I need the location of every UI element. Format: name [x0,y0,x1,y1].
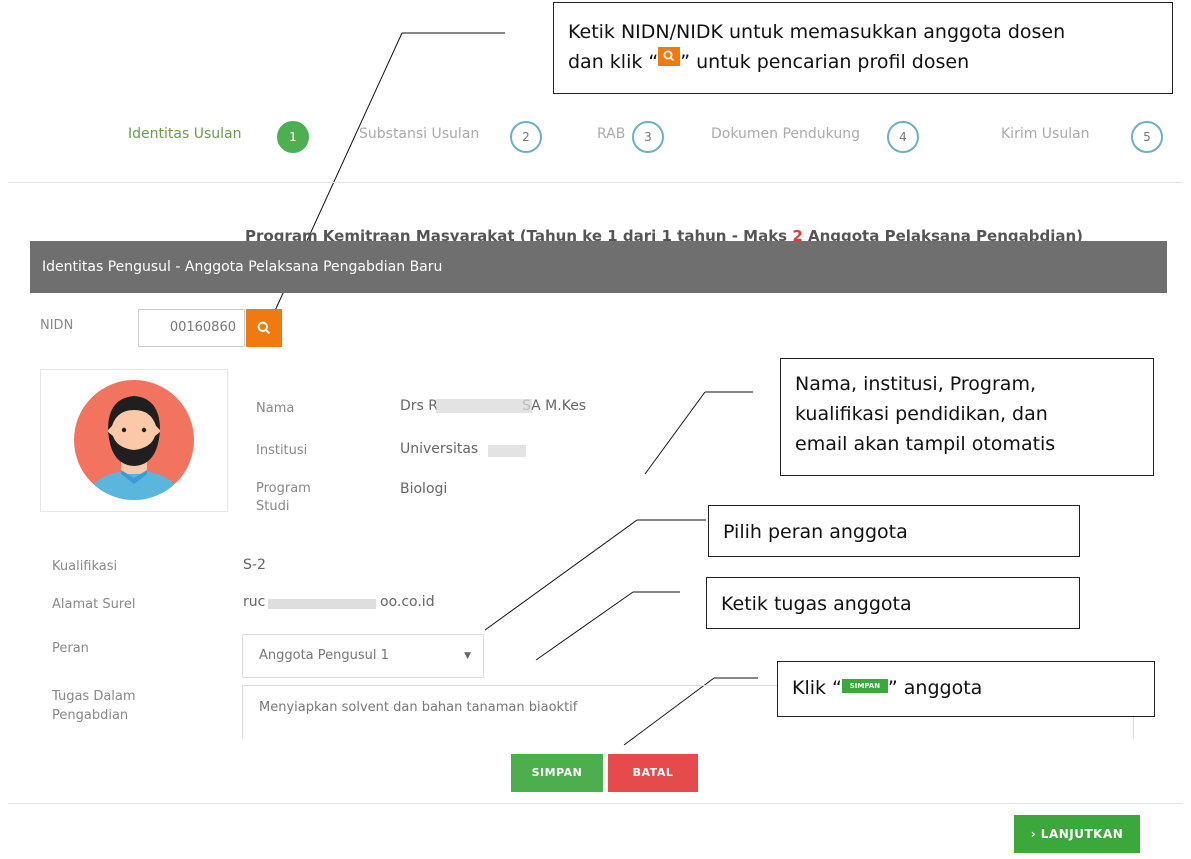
avatar [74,380,194,500]
step-label-substansi[interactable]: Substansi Usulan [359,126,479,142]
callout-auto-fill: Nama, institusi, Program, kualifikasi pe… [780,358,1154,476]
callout-save-post: ” anggota [887,677,983,699]
avatar-card [40,369,228,512]
tugas-label-line1: Tugas Dalam [52,689,136,704]
peran-select[interactable]: Anggota Pengusul 1 ▼ [242,634,484,678]
nama-label: Nama [256,401,295,416]
surel-value-start: ruc [243,594,266,610]
divider-bottom [8,803,1183,804]
callout-search-line2-post: ” untuk pencarian profil dosen [680,51,970,73]
simpan-button[interactable]: SIMPAN [511,754,603,792]
step-label-rab[interactable]: RAB [597,126,625,142]
institusi-value: Universitas [400,441,479,457]
institusi-label: Institusi [256,443,308,458]
step-label-identitas[interactable]: Identitas Usulan [128,126,241,142]
nidn-label: NIDN [40,318,74,333]
mini-simpan-button: SIMPAN [841,679,888,693]
search-icon [658,47,681,66]
peran-select-value: Anggota Pengusul 1 [259,648,389,663]
callout-search-line1: Ketik NIDN/NIDK untuk memasukkan anggota… [568,21,1066,43]
peran-label: Peran [52,641,89,656]
callout-auto-line1: Nama, institusi, Program, [795,373,1036,395]
callout-save: Klik “SIMPAN” anggota [777,661,1155,717]
search-icon [257,321,271,335]
callout-task: Ketik tugas anggota [706,577,1080,629]
prodi-label-line2: Studi [256,499,290,514]
callout-auto-line2: kualifikasi pendidikan, dan [795,403,1048,425]
step-5-circle[interactable]: 5 [1131,121,1163,153]
prodi-value: Biologi [400,481,448,497]
kualifikasi-label: Kualifikasi [52,559,118,574]
redaction-blur [436,399,532,413]
step-1-circle[interactable]: 1 [277,121,309,153]
panel-header: Identitas Pengusul - Anggota Pelaksana P… [30,241,1167,293]
batal-button[interactable]: BATAL [608,754,698,792]
search-button[interactable] [246,309,282,347]
callout-auto-line3: email akan tampil otomatis [795,433,1056,455]
callout-search-instruction: Ketik NIDN/NIDK untuk memasukkan anggota… [553,2,1173,94]
lanjutkan-button[interactable]: › LANJUTKAN [1014,815,1140,853]
chevron-down-icon: ▼ [464,651,471,661]
kualifikasi-value: S-2 [243,557,266,573]
step-label-kirim[interactable]: Kirim Usulan [1001,126,1090,142]
callout-save-pre: Klik “ [792,677,842,699]
callout-search-line2-pre: dan klik “ [568,51,659,73]
step-label-dokumen[interactable]: Dokumen Pendukung [711,126,860,142]
nidn-input[interactable]: 00160860 [138,309,245,347]
callout-role: Pilih peran anggota [708,505,1080,557]
redaction-blur [488,445,526,457]
step-3-circle[interactable]: 3 [632,121,664,153]
divider-top [8,182,1183,183]
callout-search-line2: dan klik “ ” untuk pencarian profil dosen [568,47,1158,77]
surel-value-end: oo.co.id [380,594,435,610]
redaction-blur [268,599,376,609]
step-4-circle[interactable]: 4 [887,121,919,153]
tugas-label-line2: Pengabdian [52,708,129,723]
step-2-circle[interactable]: 2 [510,121,542,153]
surel-label: Alamat Surel [52,597,136,612]
prodi-label-line1: Program [256,481,311,496]
